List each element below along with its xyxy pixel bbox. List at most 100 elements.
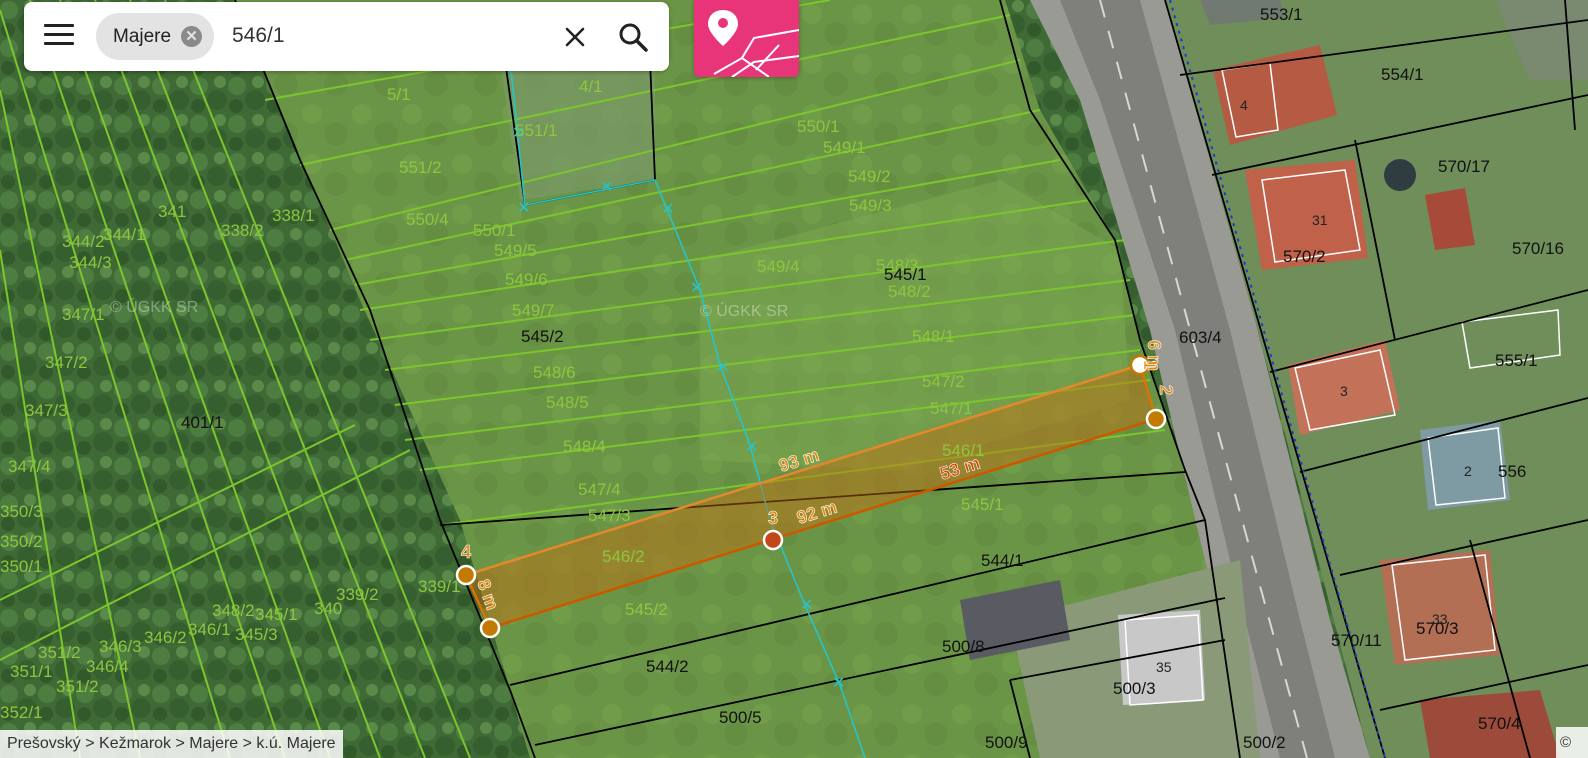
vertex-2[interactable] xyxy=(1145,408,1167,430)
svg-text:✕: ✕ xyxy=(745,439,758,456)
green-label: 346/4 xyxy=(86,657,129,676)
black-label: 401/1 xyxy=(181,413,224,432)
green-label: 547/3 xyxy=(588,506,631,525)
green-label: 348/2 xyxy=(212,601,255,620)
black-label: 544/1 xyxy=(981,551,1024,570)
meas-label: 2 xyxy=(1156,385,1176,395)
green-label: 351/2 xyxy=(38,643,81,662)
svg-text:✕: ✕ xyxy=(832,675,845,692)
green-label: 549/4 xyxy=(757,257,800,276)
green-label: 341 xyxy=(158,202,186,221)
watermark: © ÚGKK SR xyxy=(700,301,788,320)
green-label: 347/3 xyxy=(25,401,68,420)
location-chip-label: Majere xyxy=(113,25,172,47)
black-label: 544/2 xyxy=(646,657,689,676)
meas-label: 4 xyxy=(461,542,471,562)
green-label: 346/3 xyxy=(99,637,142,656)
black-label: 570/4 xyxy=(1478,714,1521,733)
green-label: 4/1 xyxy=(579,77,603,96)
black-label: 603/4 xyxy=(1179,328,1222,347)
location-chip[interactable]: Majere ✕ xyxy=(96,13,215,60)
breadcrumb[interactable]: Prešovský > Kežmarok > Majere > k.ú. Maj… xyxy=(0,730,343,758)
green-label: 350/2 xyxy=(0,532,43,551)
chip-close-icon[interactable]: ✕ xyxy=(181,26,203,47)
black-label: 500/2 xyxy=(1243,733,1286,752)
green-label: 548/5 xyxy=(546,393,589,412)
svg-text:✕: ✕ xyxy=(690,280,703,297)
green-label: 351/1 xyxy=(10,662,53,681)
vertex-1[interactable] xyxy=(479,617,501,639)
green-label: 547/2 xyxy=(922,372,965,391)
green-label: 550/1 xyxy=(473,221,516,240)
green-label: 352/1 xyxy=(0,703,43,722)
green-label: 547/4 xyxy=(578,480,621,499)
green-label: 346/2 xyxy=(144,628,187,647)
green-label: 339/1 xyxy=(418,577,461,596)
house-label: 35 xyxy=(1156,659,1172,675)
green-label: 350/1 xyxy=(0,557,43,576)
black-label: 570/16 xyxy=(1512,239,1564,258)
svg-text:✕: ✕ xyxy=(517,200,530,217)
green-label: 350/3 xyxy=(0,502,43,521)
green-label: 338/1 xyxy=(272,206,315,225)
cadastral-map[interactable]: ✕ ✕ ✕ ✕ ✕ ✕ ✕ ✕ ✕ © ÚGKK SR © ÚGKK SR 5/… xyxy=(0,0,1588,758)
black-label: 500/9 xyxy=(985,733,1028,752)
black-label: 570/2 xyxy=(1283,247,1326,266)
house-label: 31 xyxy=(1312,212,1328,228)
green-label: 549/3 xyxy=(849,196,892,215)
black-label: 553/1 xyxy=(1260,5,1303,24)
green-label: 548/2 xyxy=(888,282,931,301)
green-label: 346/1 xyxy=(188,620,231,639)
black-label: 545/1 xyxy=(884,265,927,284)
green-label: 549/2 xyxy=(848,167,891,186)
black-label: 500/8 xyxy=(942,637,985,656)
map-layer-icon xyxy=(708,10,799,77)
clear-icon[interactable] xyxy=(560,22,590,52)
black-label: 554/1 xyxy=(1381,65,1424,84)
search-bar: Majere ✕ xyxy=(24,2,669,71)
green-label: 351/2 xyxy=(56,677,99,696)
watermark-2: © ÚGKK SR xyxy=(110,297,198,316)
green-label: 549/6 xyxy=(505,270,548,289)
black-label: 545/2 xyxy=(521,327,564,346)
copyright-notice[interactable]: © xyxy=(1556,727,1588,758)
green-label: 550/1 xyxy=(797,117,840,136)
house-label: 3 xyxy=(1340,383,1348,399)
meas-label: 3 xyxy=(768,508,778,528)
green-label: 550/4 xyxy=(406,210,449,229)
search-icon[interactable] xyxy=(616,20,650,54)
green-label: 345/1 xyxy=(255,605,298,624)
black-label: 570/11 xyxy=(1331,631,1382,650)
green-label: 545/2 xyxy=(625,600,668,619)
svg-text:✕: ✕ xyxy=(800,597,813,614)
black-label: 500/5 xyxy=(719,708,762,727)
green-label: 347/1 xyxy=(62,305,105,324)
green-label: 344/3 xyxy=(69,253,112,272)
black-label: 500/3 xyxy=(1113,679,1156,698)
green-label: 545/1 xyxy=(961,495,1004,514)
pool xyxy=(1384,159,1416,191)
green-label: 548/6 xyxy=(533,363,576,382)
green-label: 551/1 xyxy=(515,121,558,140)
house-label: 4 xyxy=(1240,97,1248,113)
green-label: 548/4 xyxy=(563,437,606,456)
green-label: 5/1 xyxy=(387,85,411,104)
svg-text:✕: ✕ xyxy=(600,179,613,196)
green-label: 551/2 xyxy=(399,158,442,177)
green-label: 339/2 xyxy=(336,585,379,604)
black-label: 570/17 xyxy=(1438,157,1490,176)
house-label: 2 xyxy=(1464,463,1472,479)
green-label: 347/2 xyxy=(45,353,88,372)
meas-label: 6 m xyxy=(1144,340,1164,371)
green-label: 546/2 xyxy=(602,547,645,566)
green-label: 338/2 xyxy=(221,221,264,240)
green-label: 549/1 xyxy=(823,138,866,157)
search-input[interactable] xyxy=(232,15,542,57)
green-label: 347/4 xyxy=(8,457,51,476)
green-label: 549/5 xyxy=(494,241,537,260)
vertex-3[interactable] xyxy=(762,529,784,551)
cadastre-layer-button[interactable] xyxy=(694,0,799,77)
svg-text:✕: ✕ xyxy=(716,359,729,376)
green-label: 548/1 xyxy=(912,327,955,346)
menu-icon[interactable] xyxy=(44,24,74,50)
